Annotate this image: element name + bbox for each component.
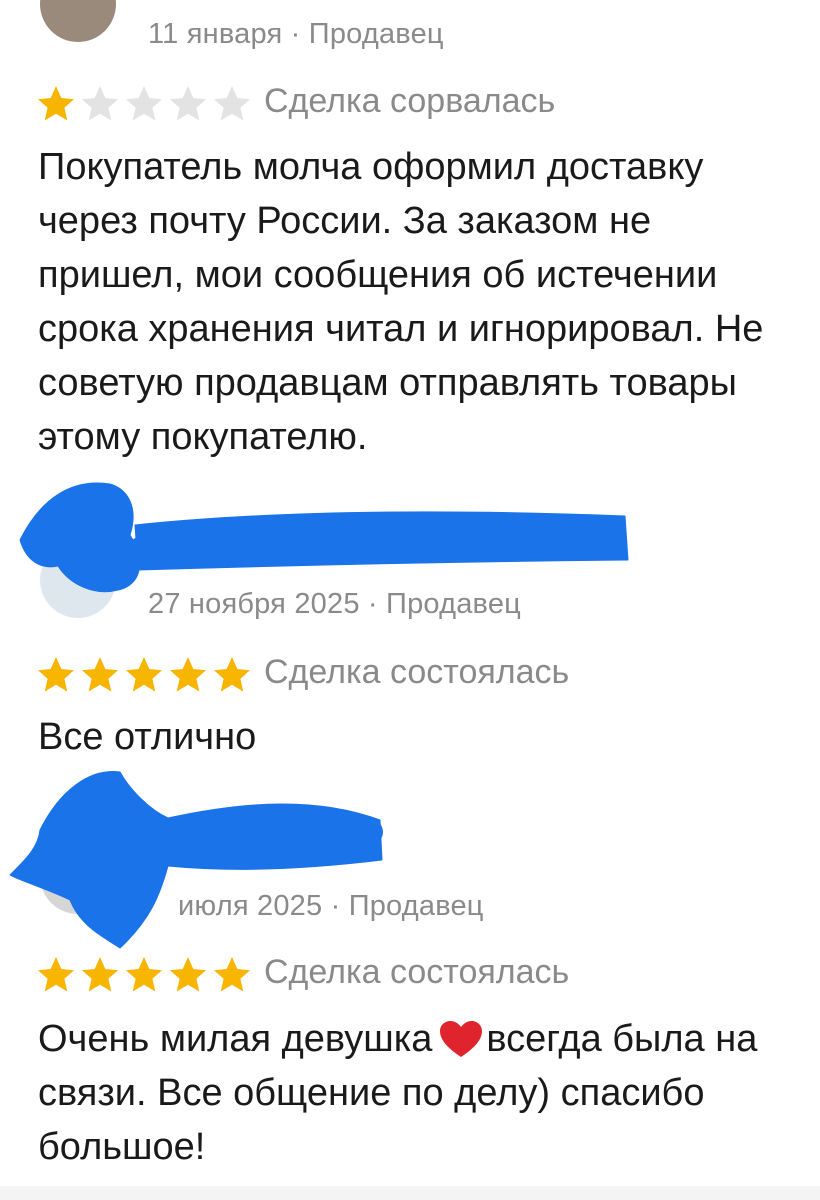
- star-filled-icon: [170, 957, 206, 992]
- star-empty-icon: [126, 86, 162, 121]
- meta-separator: ·: [322, 890, 349, 922]
- deal-status: Сделка сорвалась: [264, 82, 556, 120]
- rating-stars: [36, 955, 252, 995]
- review-meta: июля 2025 · Продавец: [178, 890, 484, 923]
- reviewer-role: Продавец: [386, 588, 521, 620]
- review-meta: 11 января · Продавец: [148, 18, 444, 51]
- review-date: 27 ноября 2025: [148, 588, 360, 620]
- star-filled-icon: [126, 657, 162, 692]
- star-filled-icon: [126, 957, 162, 992]
- star-filled-icon: [82, 657, 118, 692]
- rating-stars: [36, 84, 252, 124]
- review-text: Очень милая девушка всегда была на связи.…: [38, 1012, 798, 1174]
- star-empty-icon: [82, 86, 118, 121]
- review-text: Все отлично: [38, 716, 257, 758]
- rating-stars: [36, 655, 252, 695]
- star-filled-icon: [38, 957, 74, 992]
- star-filled-icon: [214, 657, 250, 692]
- star-empty-icon: [170, 86, 206, 121]
- star-filled-icon: [82, 957, 118, 992]
- meta-separator: ·: [282, 18, 309, 50]
- star-filled-icon: [38, 86, 74, 121]
- deal-status: Сделка состоялась: [264, 953, 570, 991]
- star-filled-icon: [38, 657, 74, 692]
- red-heart-icon: [440, 1021, 483, 1057]
- review-meta: 27 ноября 2025 · Продавец: [148, 588, 521, 621]
- star-filled-icon: [170, 657, 206, 692]
- reviewer-role: Продавец: [348, 890, 484, 922]
- review-date: июля 2025: [178, 890, 323, 922]
- review-text-start: Очень милая девушка: [38, 1018, 433, 1060]
- review-date: 11 января: [148, 18, 283, 50]
- reviewer-avatar[interactable]: [40, 838, 116, 914]
- reviewer-role: Продавец: [308, 18, 444, 50]
- meta-separator: ·: [359, 588, 387, 620]
- star-empty-icon: [214, 86, 250, 121]
- star-filled-icon: [214, 957, 250, 992]
- review-text: Покупатель молча оформил доставку через …: [38, 146, 764, 458]
- reviewer-avatar[interactable]: [40, 0, 116, 42]
- deal-status: Сделка состоялась: [264, 653, 570, 691]
- reviewer-avatar[interactable]: [40, 542, 116, 618]
- bottom-bar: [0, 1186, 820, 1200]
